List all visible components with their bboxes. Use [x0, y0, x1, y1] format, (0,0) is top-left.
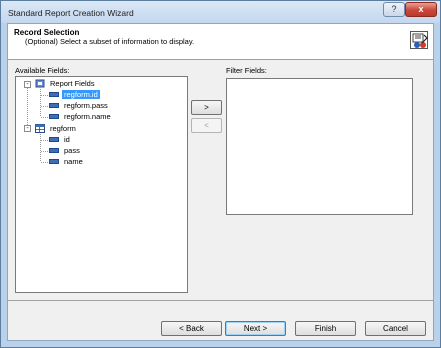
- tree-connector: [41, 117, 48, 118]
- tree-node-report-fields[interactable]: Report Fields: [48, 79, 97, 89]
- footer-separator: [8, 300, 433, 301]
- tree-connector: [41, 106, 48, 107]
- section-title: Record Selection: [14, 28, 80, 37]
- report-fields-icon: [35, 79, 45, 88]
- table-icon: [35, 124, 45, 133]
- field-icon: [49, 137, 59, 142]
- collapse-regform-toggle[interactable]: -: [24, 125, 31, 132]
- filter-fields-list[interactable]: [226, 78, 413, 215]
- finish-button[interactable]: Finish: [295, 321, 356, 336]
- tree-connector: [41, 151, 48, 152]
- next-button[interactable]: Next >: [225, 321, 286, 336]
- add-filter-field-button[interactable]: >: [191, 100, 222, 115]
- header-panel: Record Selection (Optional) Select a sub…: [8, 24, 433, 60]
- tree-connector: [40, 89, 41, 116]
- tree-item-label: regform.name: [64, 112, 111, 121]
- tree-item-regform-name[interactable]: regform.name: [62, 112, 113, 122]
- tree-node-label: Report Fields: [50, 79, 95, 88]
- back-button[interactable]: < Back: [161, 321, 222, 336]
- tree-node-regform[interactable]: regform: [48, 124, 78, 134]
- field-icon: [49, 159, 59, 164]
- field-icon: [49, 103, 59, 108]
- tree-item-regform-pass[interactable]: regform.pass: [62, 101, 110, 111]
- tree-node-label: regform: [50, 124, 76, 133]
- wizard-window: Standard Report Creation Wizard ? x Reco…: [0, 0, 441, 348]
- filter-fields-label: Filter Fields:: [226, 66, 267, 75]
- tree-connector: [41, 95, 48, 96]
- help-button[interactable]: ?: [383, 2, 405, 17]
- available-fields-tree[interactable]: - Report Fields regform.id regform.pass …: [15, 76, 188, 293]
- tree-item-label: id: [64, 135, 70, 144]
- window-title: Standard Report Creation Wizard: [8, 8, 134, 18]
- section-description: (Optional) Select a subset of informatio…: [25, 37, 195, 46]
- available-fields-label: Available Fields:: [15, 66, 70, 75]
- close-button[interactable]: x: [405, 2, 437, 17]
- field-icon: [49, 114, 59, 119]
- title-bar: Standard Report Creation Wizard ? x: [1, 1, 440, 23]
- collapse-report-fields-toggle[interactable]: -: [24, 81, 31, 88]
- tree-item-label: name: [64, 157, 83, 166]
- cancel-button[interactable]: Cancel: [365, 321, 426, 336]
- tree-connector: [40, 134, 41, 161]
- remove-filter-field-button[interactable]: <: [191, 118, 222, 133]
- tree-item-label: pass: [64, 146, 80, 155]
- field-icon: [49, 92, 59, 97]
- tree-item-label: regform.id: [62, 90, 100, 99]
- record-selection-icon: [410, 31, 428, 49]
- tree-item-label: regform.pass: [64, 101, 108, 110]
- tree-item-regform-id[interactable]: regform.id: [62, 90, 100, 100]
- tree-connector: [41, 162, 48, 163]
- tree-connector: [41, 140, 48, 141]
- field-icon: [49, 148, 59, 153]
- tree-item-id[interactable]: id: [62, 135, 72, 145]
- tree-item-name[interactable]: name: [62, 157, 85, 167]
- wizard-body: Record Selection (Optional) Select a sub…: [7, 23, 434, 341]
- tree-item-pass[interactable]: pass: [62, 146, 82, 156]
